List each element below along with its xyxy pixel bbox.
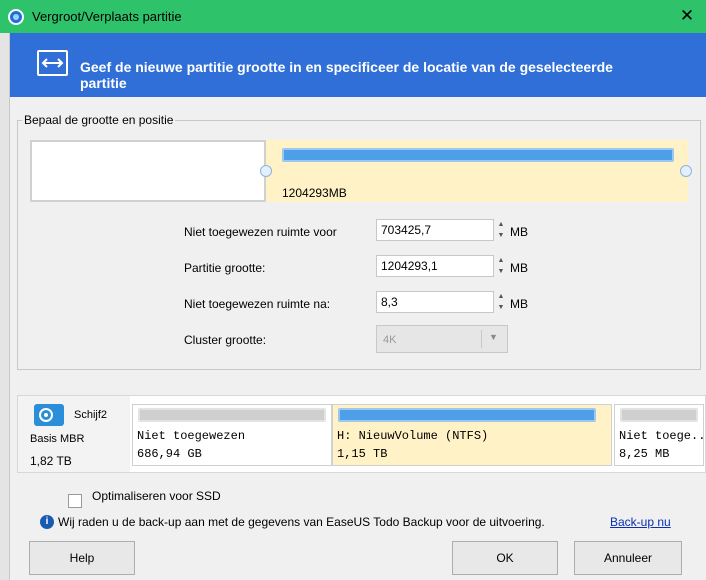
disk-partition-size: 686,94 GB: [137, 447, 202, 461]
cancel-button[interactable]: Annuleer: [574, 541, 682, 575]
cluster-size-label: Cluster grootte:: [184, 333, 267, 347]
header-text: Geef de nieuwe partitie grootte in en sp…: [80, 59, 613, 91]
unalloc-after-spinner[interactable]: ▲ ▼: [494, 291, 508, 313]
right-resize-handle[interactable]: [680, 165, 692, 177]
ok-button[interactable]: OK: [452, 541, 558, 575]
disk-size: 1,82 TB: [30, 454, 72, 468]
window-title: Vergroot/Verplaats partitie: [32, 9, 182, 24]
disk-partition-label: H: NieuwVolume (NTFS): [337, 429, 489, 443]
disk-name: Schijf2: [74, 409, 108, 421]
disk-partition-label: Niet toege...: [619, 429, 706, 443]
partition-map: 1204293MB: [30, 140, 692, 202]
header-banner: Geef de nieuwe partitie grootte in en sp…: [10, 33, 706, 97]
title-bar: Vergroot/Verplaats partitie ✕: [0, 0, 706, 33]
group-legend: Bepaal de grootte en positie: [22, 113, 176, 127]
unalloc-before-input[interactable]: [376, 219, 494, 241]
select-divider: [481, 330, 482, 348]
disk-partition-h[interactable]: H: NieuwVolume (NTFS) 1,15 TB: [332, 404, 612, 466]
partition-block[interactable]: 1204293MB: [266, 140, 688, 202]
disk-partition-unallocated-2[interactable]: Niet toege... 8,25 MB: [614, 404, 706, 466]
disk-partition-size: 8,25 MB: [619, 447, 670, 461]
disk-map-panel: Schijf2 Basis MBR 1,82 TB Niet toegeweze…: [17, 395, 706, 473]
unallocated-before-block: [30, 140, 266, 202]
partition-size-input[interactable]: [376, 255, 494, 277]
partition-size-label: 1204293MB: [282, 186, 347, 200]
disk-info: Schijf2 Basis MBR 1,82 TB: [18, 396, 130, 472]
unalloc-before-label: Niet toegewezen ruimte voor: [184, 225, 337, 239]
unalloc-after-input[interactable]: [376, 291, 494, 313]
background-window-edge: [0, 33, 10, 580]
disk-type: Basis MBR: [30, 433, 85, 445]
resize-arrows-icon: [37, 50, 68, 76]
unit-label: MB: [510, 225, 528, 239]
partition-size-field-label: Partitie grootte:: [184, 261, 266, 275]
cluster-size-value: 4K: [383, 334, 397, 346]
partition-bar[interactable]: [282, 148, 674, 162]
disk-partition-size: 1,15 TB: [337, 447, 388, 461]
disk-partition-label: Niet toegewezen: [137, 429, 246, 443]
help-button[interactable]: Help: [29, 541, 135, 575]
partition-usage-bar: [620, 408, 698, 422]
left-resize-handle[interactable]: [260, 165, 272, 177]
chevron-down-icon: ▼: [489, 332, 498, 342]
partition-usage-bar: [338, 408, 596, 422]
backup-recommendation-text: Wij raden u de back-up aan met de gegeve…: [58, 515, 545, 529]
info-icon: i: [40, 515, 54, 529]
partition-size-spinner[interactable]: ▲ ▼: [494, 255, 508, 277]
close-button[interactable]: ✕: [676, 5, 698, 27]
unit-label: MB: [510, 297, 528, 311]
unalloc-before-spinner[interactable]: ▲ ▼: [494, 219, 508, 241]
ssd-checkbox-label[interactable]: Optimaliseren voor SSD: [92, 488, 222, 504]
ssd-checkbox[interactable]: [68, 494, 82, 508]
disk-partition-unallocated-1[interactable]: Niet toegewezen 686,94 GB: [132, 404, 332, 466]
partition-usage-bar: [138, 408, 326, 422]
unit-label: MB: [510, 261, 528, 275]
disk-icon: [34, 404, 64, 426]
unalloc-after-label: Niet toegewezen ruimte na:: [184, 297, 331, 311]
app-icon: [8, 9, 24, 25]
cluster-size-select[interactable]: 4K ▼: [376, 325, 508, 353]
backup-now-link[interactable]: Back-up nu: [610, 515, 671, 529]
